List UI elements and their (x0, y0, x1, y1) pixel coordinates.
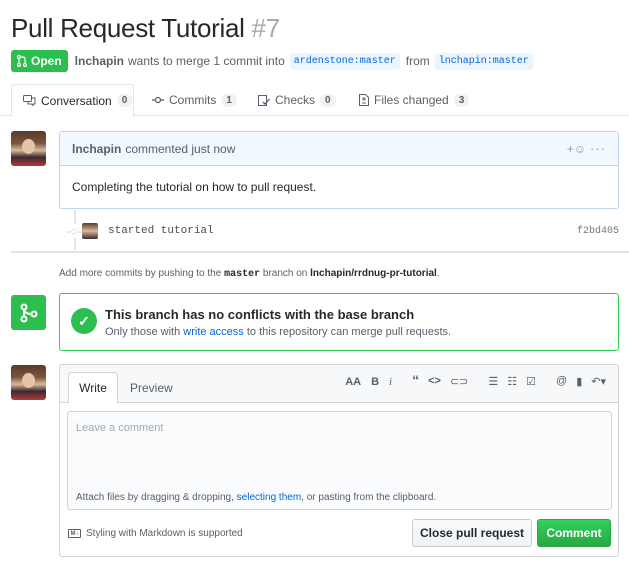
tab-conversation[interactable]: Conversation 0 (11, 84, 134, 117)
comment-time: commented just now (125, 141, 236, 156)
attach-pre: Attach files by dragging & dropping, (76, 492, 234, 503)
markdown-toolbar: AA B i “ <> ⊂⊃ ☰ ☷ ☑ @ ▮ ↶▾ (345, 373, 606, 388)
bold-icon[interactable]: B (371, 376, 379, 388)
pr-summary: wants to merge 1 commit into (128, 54, 285, 68)
list-unordered-icon[interactable]: ☰ (488, 375, 498, 388)
link-icon[interactable]: ⊂⊃ (450, 375, 468, 388)
pr-title-text: Pull Request Tutorial (11, 13, 245, 43)
pr-tabs: Conversation 0 Commits 1 Checks 0 Files … (0, 84, 629, 117)
quote-icon[interactable]: “ (412, 373, 419, 388)
commit-sha[interactable]: f2bd405 (577, 226, 619, 237)
list-ordered-icon[interactable]: ☷ (507, 375, 517, 388)
italic-icon[interactable]: i (389, 376, 392, 388)
tab-checks[interactable]: Checks 0 (258, 84, 336, 116)
merge-status-heading: This branch has no conflicts with the ba… (105, 307, 415, 322)
merge-status-box: ✓ This branch has no conflicts with the … (59, 293, 619, 351)
push-hint-mid: branch on (262, 268, 308, 279)
tab-files-changed[interactable]: Files changed 3 (359, 84, 470, 116)
tab-conversation-label: Conversation (41, 93, 112, 108)
tab-commits-label: Commits (169, 93, 217, 107)
base-branch-ref[interactable]: ardenstone:master (289, 52, 400, 70)
comment-header: lnchapin commented just now +☺ ··· (60, 132, 618, 166)
push-hint-text: Add more commits by pushing to the (59, 268, 222, 279)
comment-discussion-icon (23, 95, 36, 106)
commit-author-avatar[interactable] (82, 223, 98, 239)
composer-header: Write Preview AA B i “ <> ⊂⊃ ☰ ☷ ☑ @ ▮ ↶… (60, 365, 618, 404)
push-hint: Add more commits by pushing to the maste… (59, 268, 440, 280)
markdown-note-text: Styling with Markdown is supported (86, 528, 243, 539)
state-badge: Open (11, 50, 68, 72)
reply-icon[interactable]: ↶▾ (591, 375, 606, 388)
tab-commits[interactable]: Commits 1 (152, 84, 237, 116)
merge-sub-post: to this repository can merge pull reques… (246, 326, 452, 338)
file-diff-icon (359, 94, 369, 106)
smiley-add-icon[interactable]: +☺ (567, 142, 586, 156)
state-label: Open (31, 54, 62, 68)
attach-files-hint[interactable]: Attach files by dragging & dropping, sel… (67, 488, 612, 510)
current-user-avatar[interactable] (11, 365, 46, 400)
tab-files-changed-count: 3 (453, 93, 470, 107)
git-merge-icon (11, 295, 46, 330)
tab-conversation-count: 0 (116, 94, 133, 107)
toolbar-group-misc: @ ▮ ↶▾ (556, 375, 606, 388)
timeline-divider (11, 251, 629, 253)
bookmark-icon[interactable]: ▮ (576, 375, 582, 388)
tab-preview[interactable]: Preview (130, 372, 173, 404)
attach-post: , or pasting from the clipboard. (301, 492, 437, 503)
pull-request-icon (17, 55, 27, 67)
from-text: from (405, 54, 430, 68)
comment-author-avatar[interactable] (11, 131, 46, 166)
check-icon: ✓ (71, 308, 97, 334)
tab-commits-count: 1 (221, 93, 237, 107)
pr-number: #7 (251, 13, 281, 43)
tasklist-icon[interactable]: ☑ (526, 375, 536, 388)
pr-title: Pull Request Tutorial #7 (11, 13, 280, 44)
tab-files-changed-label: Files changed (374, 93, 449, 107)
merge-status-sub: Only those with write access to this rep… (105, 326, 451, 338)
selecting-them-link[interactable]: selecting them (237, 492, 301, 503)
comment-button[interactable]: Comment (537, 519, 611, 547)
checklist-icon (258, 94, 270, 106)
commit-message[interactable]: started tutorial (108, 225, 214, 237)
git-commit-icon (152, 96, 164, 104)
code-icon[interactable]: <> (428, 375, 441, 388)
mention-icon[interactable]: @ (556, 375, 567, 388)
text-size-icon[interactable]: AA (345, 376, 361, 388)
head-branch-ref[interactable]: lnchapin:master (434, 52, 533, 70)
comment-composer: Write Preview AA B i “ <> ⊂⊃ ☰ ☷ ☑ @ ▮ ↶… (59, 364, 619, 557)
push-hint-end: . (436, 268, 440, 279)
tab-write[interactable]: Write (68, 372, 118, 404)
comment-author[interactable]: lnchapin (72, 142, 121, 156)
markdown-note[interactable]: M↓ Styling with Markdown is supported (68, 528, 243, 539)
comment-textarea[interactable]: Leave a comment (67, 411, 612, 489)
toolbar-group-insert: “ <> ⊂⊃ (412, 373, 468, 388)
write-access-link[interactable]: write access (183, 326, 244, 338)
push-hint-repo[interactable]: lnchapin/rrdnug-pr-tutorial (310, 268, 437, 279)
comment-box: lnchapin commented just now +☺ ··· Compl… (59, 131, 619, 209)
kebab-horizontal-icon[interactable]: ··· (590, 141, 606, 156)
pr-author-link[interactable]: lnchapin (75, 54, 124, 68)
pr-meta: Open lnchapin wants to merge 1 commit in… (11, 50, 533, 72)
commit-row: -○- started tutorial f2bd405 (66, 221, 619, 241)
close-pull-request-button[interactable]: Close pull request (412, 519, 532, 547)
push-hint-branch: master (224, 269, 261, 280)
merge-sub-pre: Only those with (105, 326, 181, 338)
toolbar-group-lists: ☰ ☷ ☑ (488, 375, 536, 388)
markdown-icon: M↓ (68, 529, 81, 538)
git-commit-icon: -○- (66, 224, 82, 238)
tab-checks-count: 0 (320, 93, 336, 107)
tab-checks-label: Checks (275, 93, 316, 107)
comment-body: Completing the tutorial on how to pull r… (72, 180, 317, 194)
